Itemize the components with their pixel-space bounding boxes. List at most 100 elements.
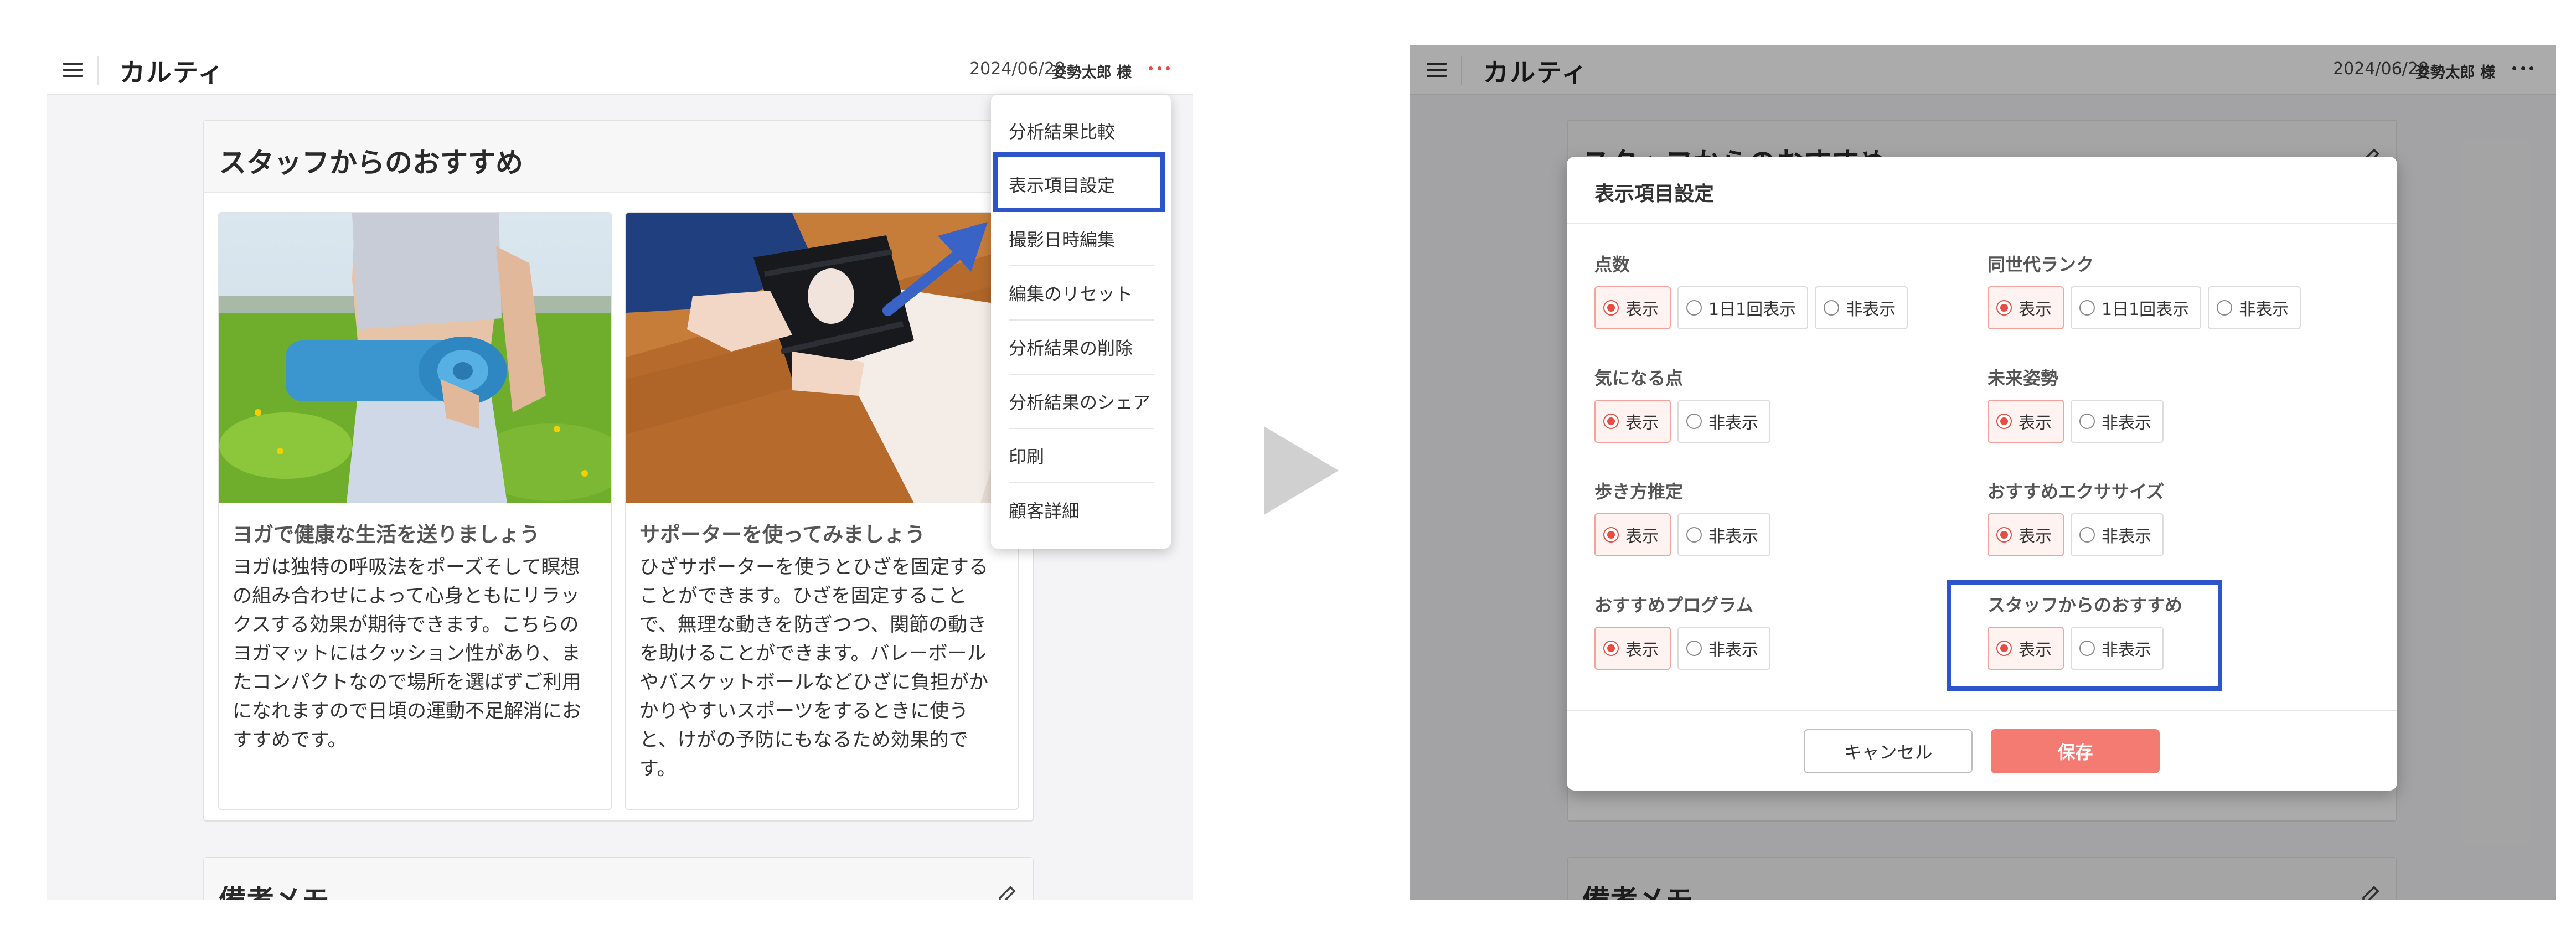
radio-icon — [1686, 414, 1702, 429]
radio-option-once-daily[interactable]: 1日1回表示 — [2071, 286, 2202, 329]
radio-option-once-daily[interactable]: 1日1回表示 — [1677, 286, 1809, 329]
display-settings-modal: 表示項目設定 点数 表示 1日1回表示 非表示 同世代ランク 表示 1日1回表示… — [1567, 157, 2397, 791]
card-body-line: ことができます。ひざを固定すること — [639, 585, 967, 607]
edit-icon[interactable] — [996, 882, 1019, 900]
divider — [97, 56, 99, 85]
menu-item-delete-result[interactable]: 分析結果の削除 — [1009, 321, 1154, 374]
setting-label: 気になる点 — [1594, 368, 1684, 389]
yoga-image — [219, 213, 611, 503]
radio-icon — [1603, 641, 1619, 656]
radio-icon — [1686, 527, 1702, 543]
radio-option-show[interactable]: 表示 — [1988, 286, 2064, 329]
modal-title: 表示項目設定 — [1594, 183, 1715, 205]
option-label: 表示 — [2019, 527, 2052, 546]
menu-item-reset-edits[interactable]: 編集のリセット — [1009, 266, 1154, 319]
top-bar: カルティ 2024/06/28 姿勢太郎 様 — [47, 45, 1193, 95]
card-title: ヨガで健康な生活を送りましょう — [233, 523, 540, 546]
setting-label: 歩き方推定 — [1594, 481, 1684, 502]
radio-option-hide[interactable]: 非表示 — [2071, 400, 2164, 443]
setting-recommended-program: おすすめプログラム 表示 非表示 — [1594, 591, 1770, 670]
setting-recommended-exercise: おすすめエクササイズ 表示 非表示 — [1988, 478, 2164, 556]
modal-header: 表示項目設定 — [1567, 157, 2397, 224]
option-label: 非表示 — [1708, 414, 1758, 433]
option-label: 非表示 — [1708, 527, 1758, 546]
after-screen: カルティ 2024/06/28 姿勢太郎 様 スタッフからのおすすめ 備考メモ … — [1410, 45, 2556, 900]
card-body-line: すすめです。 — [233, 729, 347, 751]
setting-future-posture: 未来姿勢 表示 非表示 — [1988, 364, 2164, 443]
card-body-line: クスする効果が期待できます。こちらの — [233, 614, 579, 636]
menu-item-edit-datetime[interactable]: 撮影日時編集 — [1009, 212, 1154, 265]
setting-peer-rank: 同世代ランク 表示 1日1回表示 非表示 — [1988, 251, 2301, 329]
radio-group: 表示 非表示 — [1594, 400, 1770, 443]
menu-item-share-result[interactable]: 分析結果のシェア — [1009, 375, 1154, 428]
radio-option-hide[interactable]: 非表示 — [1677, 400, 1770, 443]
radio-option-hide[interactable]: 非表示 — [1677, 513, 1770, 556]
option-label: 表示 — [1625, 300, 1659, 319]
menu-item-print[interactable]: 印刷 — [1009, 429, 1154, 482]
highlight-box — [993, 152, 1165, 212]
menu-item-compare[interactable]: 分析結果比較 — [1009, 104, 1154, 157]
radio-icon — [1603, 414, 1619, 429]
card-body-line: ヨガは独特の呼吸法をポーズそして瞑想 — [233, 556, 580, 579]
setting-label: 未来姿勢 — [1988, 368, 2059, 389]
radio-option-show[interactable]: 表示 — [1594, 400, 1671, 443]
setting-concerns: 気になる点 表示 非表示 — [1594, 364, 1770, 443]
radio-option-show[interactable]: 表示 — [1988, 513, 2064, 556]
cancel-button[interactable]: キャンセル — [1804, 729, 1973, 773]
radio-option-hide[interactable]: 非表示 — [1815, 286, 1908, 329]
card-body-line: を助けることができます。バレーボール — [639, 643, 987, 665]
card-body-line: の組み合わせによって心身ともにリラッ — [233, 585, 580, 607]
card-body-line: で、無理な動きを防ぎつつ、関節の動き — [639, 614, 987, 636]
radio-group: 表示 非表示 — [1988, 513, 2164, 556]
radio-icon — [2079, 527, 2095, 543]
setting-label: 同世代ランク — [1988, 254, 2094, 275]
card-body-line: かりやすいスポーツをするときに使う — [639, 700, 969, 722]
option-label: 非表示 — [2239, 300, 2289, 319]
radio-option-show[interactable]: 表示 — [1988, 400, 2064, 443]
radio-icon — [1603, 300, 1619, 316]
radio-group: 表示 非表示 — [1594, 627, 1770, 670]
radio-option-show[interactable]: 表示 — [1594, 513, 1671, 556]
menu-icon[interactable] — [62, 60, 84, 80]
card-body: ひざサポーターを使うとひざを固定する ことができます。ひざを固定すること で、無… — [639, 553, 1006, 783]
option-label: 1日1回表示 — [2102, 300, 2190, 319]
card-body: ヨガは独特の呼吸法をポーズそして瞑想 の組み合わせによって心身ともにリラッ クス… — [233, 553, 600, 755]
setting-score: 点数 表示 1日1回表示 非表示 — [1594, 251, 1908, 329]
radio-icon — [2217, 300, 2233, 316]
radio-icon — [1686, 300, 1702, 316]
radio-icon — [2079, 414, 2095, 429]
setting-gait-estimate: 歩き方推定 表示 非表示 — [1594, 478, 1770, 556]
menu-item-customer-details[interactable]: 顧客詳細 — [1009, 483, 1154, 536]
radio-group: 表示 1日1回表示 非表示 — [1594, 286, 1908, 329]
option-label: 非表示 — [1708, 641, 1758, 660]
radio-option-show[interactable]: 表示 — [1594, 627, 1671, 670]
radio-icon — [1996, 527, 2012, 543]
highlight-box — [1947, 580, 2222, 691]
memo-section: 備考メモ — [203, 857, 1034, 900]
radio-option-show[interactable]: 表示 — [1594, 286, 1671, 329]
card-body-line: たコンパクトなので場所を選ばずご利用 — [233, 672, 582, 694]
card-body-line: ひざサポーターを使うとひざを固定する — [639, 556, 989, 579]
radio-group: 表示 非表示 — [1594, 513, 1770, 556]
card-body-line: になれますので日頃の運動不足解消にお — [233, 700, 582, 722]
save-button[interactable]: 保存 — [1991, 729, 2160, 773]
section-title: スタッフからのおすすめ — [219, 147, 523, 179]
card-body-line: やバスケットボールなどひざに負担がか — [639, 672, 989, 694]
card-body-line: ヨガマットにはクッション性があり、ま — [233, 643, 581, 665]
recommendation-card[interactable]: ヨガで健康な生活を送りましょう ヨガは独特の呼吸法をポーズそして瞑想 の組み合わ… — [218, 212, 612, 810]
radio-icon — [2079, 300, 2095, 316]
radio-icon — [1824, 300, 1840, 316]
radio-option-hide[interactable]: 非表示 — [1677, 627, 1770, 670]
more-icon[interactable] — [1147, 57, 1171, 79]
option-label: 非表示 — [1846, 300, 1896, 319]
app-title: カルティ — [120, 58, 225, 87]
radio-group: 表示 1日1回表示 非表示 — [1988, 286, 2301, 329]
option-label: 表示 — [2019, 300, 2052, 319]
option-label: 表示 — [1625, 527, 1659, 546]
card-title: サポーターを使ってみましょう — [639, 523, 926, 546]
radio-option-hide[interactable]: 非表示 — [2208, 286, 2301, 329]
radio-option-hide[interactable]: 非表示 — [2071, 513, 2164, 556]
pointer-arrow-icon — [882, 222, 988, 316]
session-date: 2024/06/28 — [969, 59, 1065, 79]
next-arrow-icon — [1264, 426, 1339, 515]
